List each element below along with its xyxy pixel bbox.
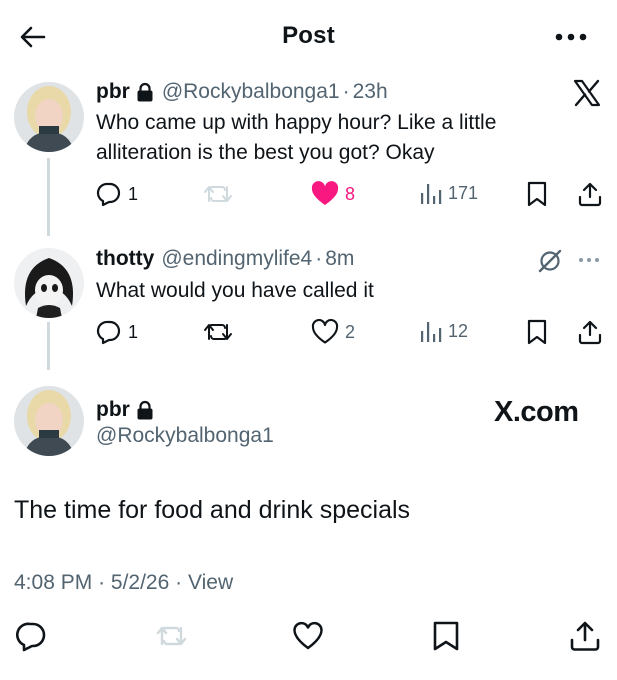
like-button[interactable]: 2 (311, 319, 355, 345)
views-chart-icon (421, 322, 442, 342)
separator: · (98, 571, 106, 594)
tweet-header: pbr @Rockybalbonga1 · 23h (96, 77, 388, 107)
thread-line (47, 158, 50, 236)
reply-count: 1 (128, 183, 139, 204)
reply-icon (96, 320, 121, 345)
more-options-icon[interactable] (575, 250, 603, 270)
view-count: 12 (448, 320, 469, 341)
repost-icon[interactable] (155, 620, 187, 652)
share-icon (578, 320, 602, 345)
share-icon[interactable] (569, 620, 601, 652)
separator: · (315, 247, 323, 270)
post-time[interactable]: 4:08 PM (14, 571, 92, 594)
xcom-watermark: X.com (494, 396, 579, 428)
avatar[interactable] (14, 386, 84, 456)
username[interactable]: @endingmylife4 (161, 247, 312, 271)
heart-filled-icon (311, 181, 339, 205)
like-count: 2 (345, 321, 356, 342)
bookmark-button[interactable] (526, 181, 548, 207)
reply-button[interactable]: 1 (96, 319, 138, 345)
repost-icon (204, 186, 232, 202)
bookmark-icon (527, 319, 547, 345)
reply-button[interactable]: 1 (96, 181, 138, 207)
separator: · (175, 571, 183, 594)
top-bar: Post (0, 0, 617, 72)
like-button[interactable]: 8 (311, 181, 355, 207)
view-link[interactable]: View (188, 571, 233, 594)
repost-button[interactable] (203, 319, 233, 345)
avatar[interactable] (14, 248, 84, 318)
repost-icon (204, 324, 232, 340)
username[interactable]: @Rockybalbonga1 (96, 424, 274, 448)
heart-icon[interactable] (292, 620, 324, 652)
display-name[interactable]: pbr (96, 398, 130, 422)
repost-button[interactable] (203, 181, 233, 207)
avatar[interactable] (14, 82, 84, 152)
timestamp[interactable]: 8m (325, 247, 354, 271)
views-button[interactable]: 171 (420, 181, 478, 205)
page-title: Post (282, 22, 335, 49)
display-name[interactable]: thotty (96, 247, 154, 271)
reply-count: 1 (128, 321, 139, 342)
lock-icon (137, 400, 153, 420)
bookmark-icon[interactable] (430, 620, 462, 652)
grok-icon[interactable] (537, 248, 563, 274)
reply-icon[interactable] (16, 620, 48, 652)
post-date[interactable]: 5/2/26 (111, 571, 169, 594)
separator: · (342, 80, 350, 103)
share-button[interactable] (578, 319, 602, 345)
more-icon[interactable] (551, 22, 591, 52)
view-count: 171 (448, 182, 479, 203)
tweet-text: Who came up with happy hour? Like a litt… (96, 111, 497, 164)
share-button[interactable] (578, 181, 602, 207)
username[interactable]: @Rockybalbonga1 (162, 80, 340, 104)
lock-icon (137, 82, 153, 102)
display-name[interactable]: pbr (96, 80, 130, 104)
like-count: 8 (345, 183, 356, 204)
thread-line (47, 322, 50, 370)
bookmark-icon (527, 181, 547, 207)
post-meta: 4:08 PM · 5/2/26 · View (14, 571, 233, 595)
heart-icon (311, 319, 339, 344)
tweet-text: What would you have called it (96, 279, 374, 302)
reply-icon (96, 182, 121, 207)
views-chart-icon (421, 184, 442, 204)
x-logo-icon (573, 79, 601, 107)
bookmark-button[interactable] (526, 319, 548, 345)
post-text: The time for food and drink specials (14, 496, 411, 524)
timestamp[interactable]: 23h (353, 80, 388, 104)
tweet-header: thotty @endingmylife4 · 8m (96, 244, 354, 274)
author-name-row: pbr (96, 395, 162, 425)
share-icon (578, 182, 602, 207)
views-button[interactable]: 12 (420, 319, 468, 343)
